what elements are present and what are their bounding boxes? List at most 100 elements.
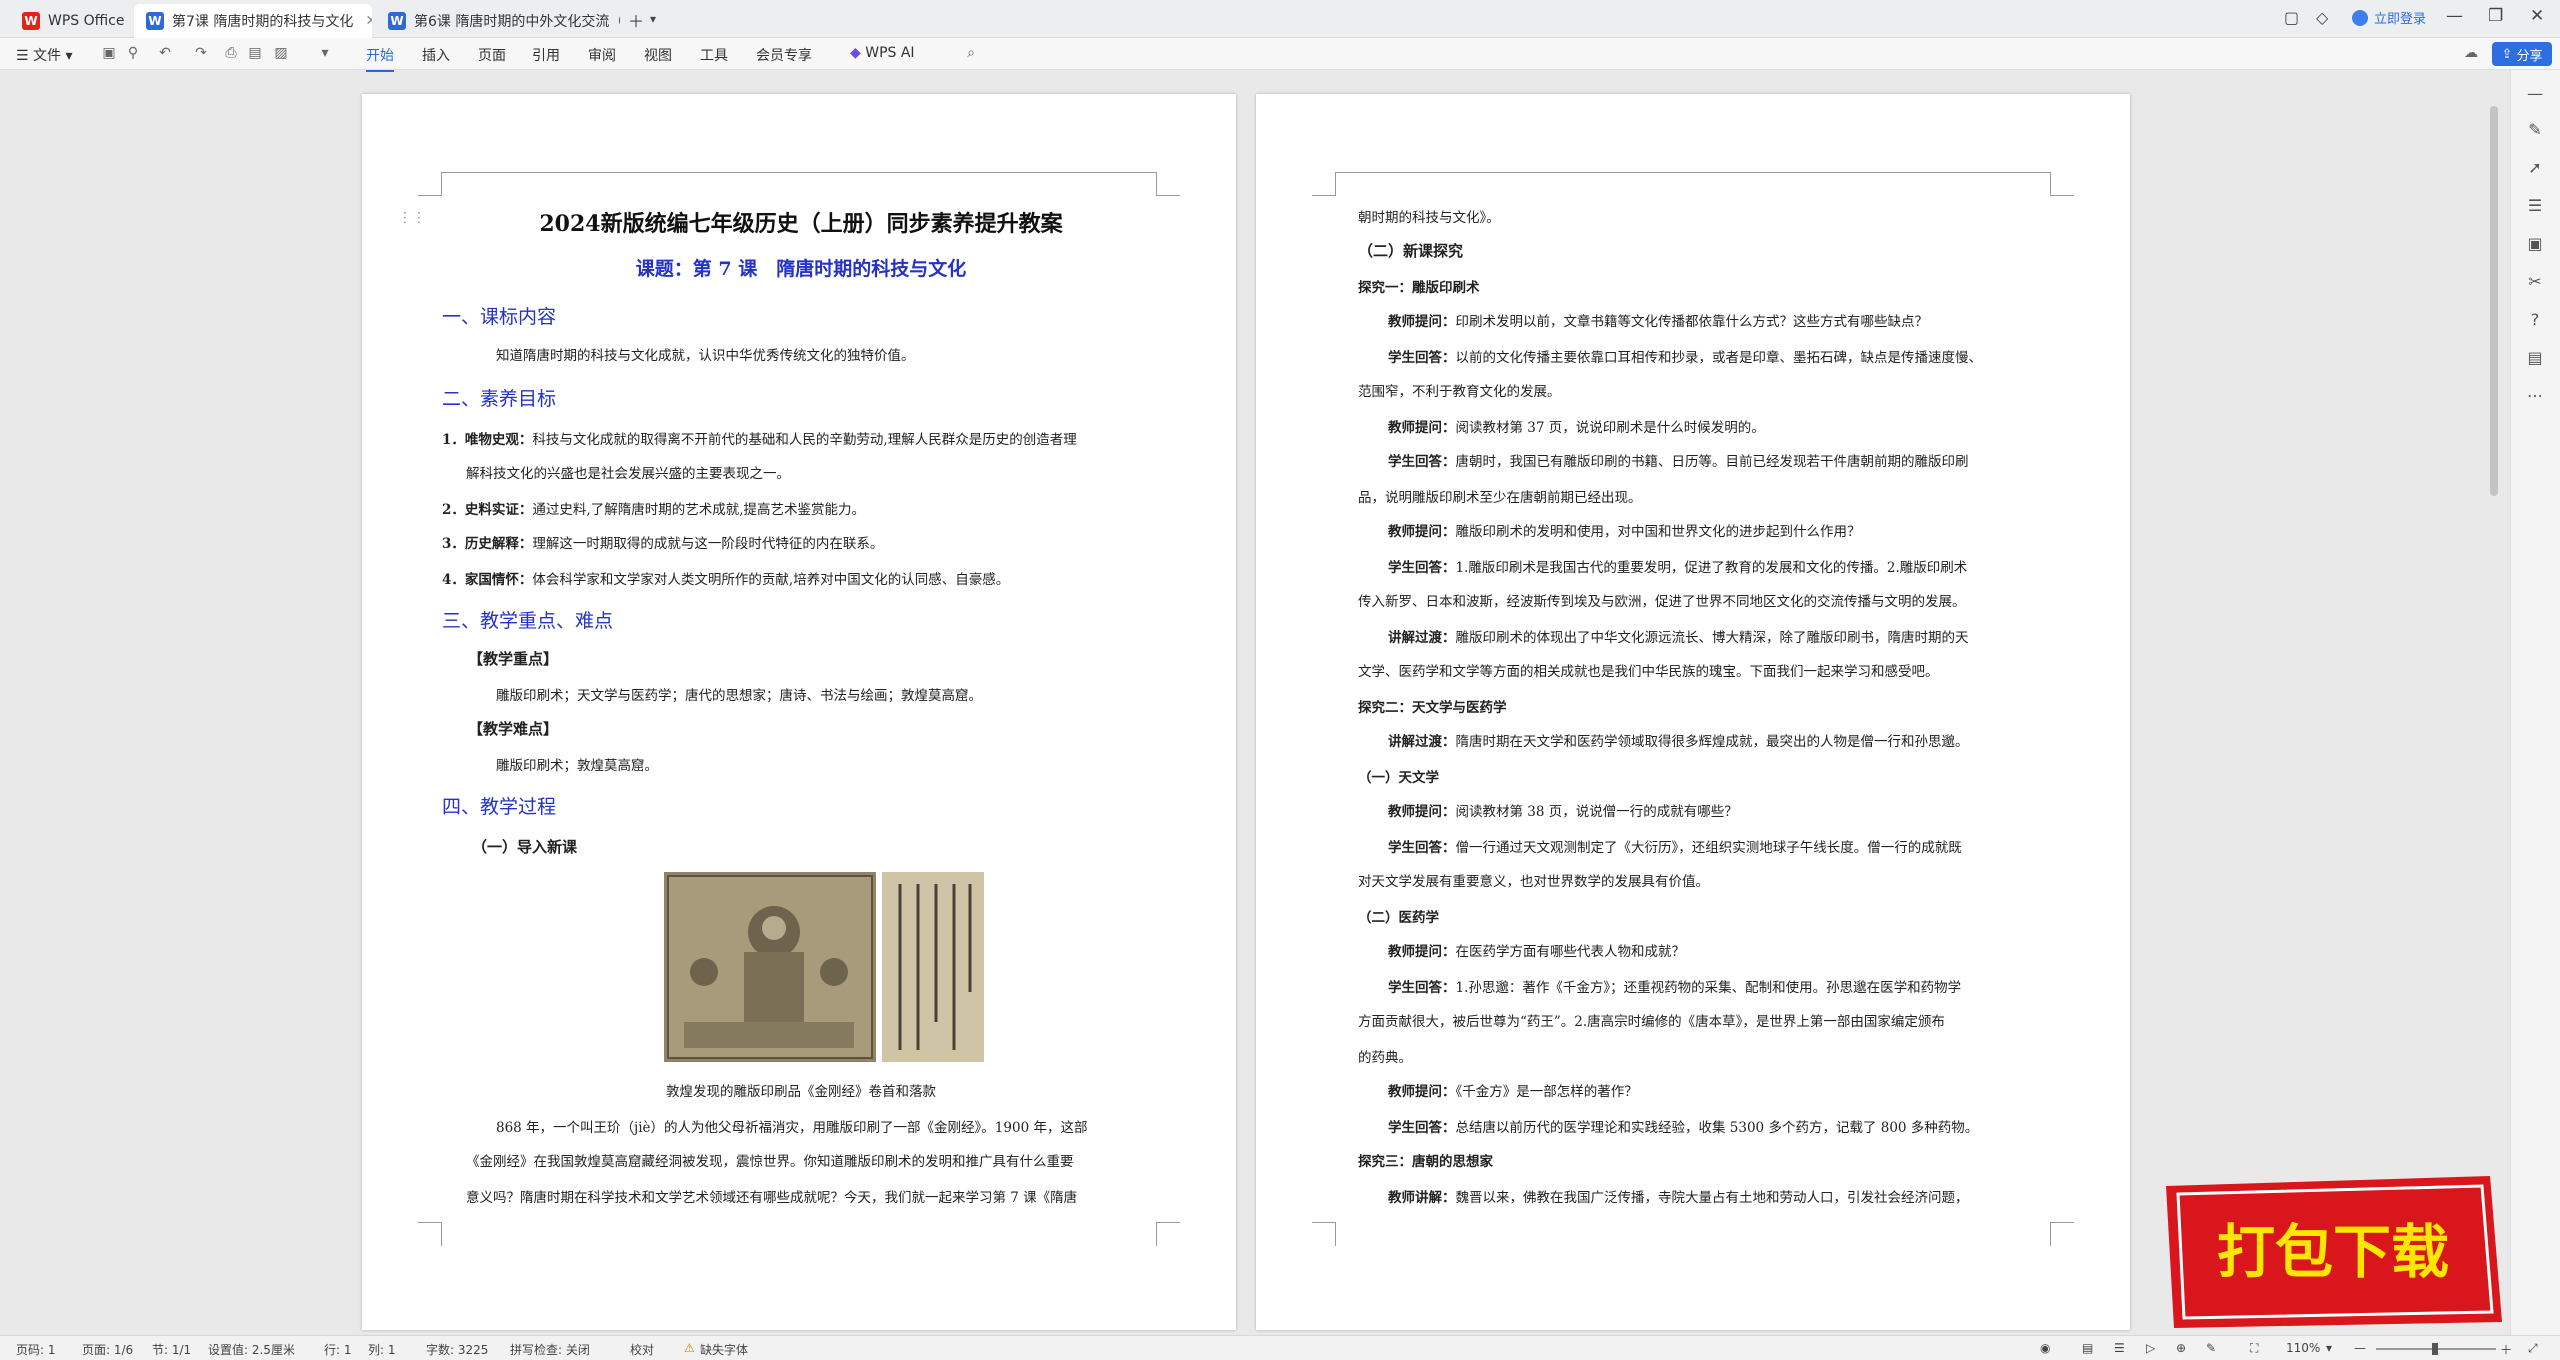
image-icon[interactable]: ▨ xyxy=(272,44,290,62)
save-icon[interactable]: ▣ xyxy=(100,44,118,62)
search-icon[interactable]: ⌕ xyxy=(962,44,980,62)
zoom-out-icon[interactable]: — xyxy=(2354,1341,2366,1355)
sub-heading: （二）医药学 xyxy=(1358,910,1439,926)
window-layout-icon[interactable]: ▢ xyxy=(2284,8,2299,27)
sub-heading: 【教学重点】 xyxy=(468,650,559,668)
doc-subtitle: 课题：第 7 课 隋唐时期的科技与文化 xyxy=(635,258,967,280)
tab-wps-office[interactable]: W WPS Office xyxy=(10,4,130,38)
tab-home[interactable]: 开始 xyxy=(366,45,394,72)
layers-icon[interactable]: ▤ xyxy=(2525,348,2545,368)
close-window-icon[interactable]: ✕ xyxy=(2530,6,2544,26)
close-tab-icon[interactable]: ✕ xyxy=(365,13,372,29)
print-icon[interactable]: ⎙ xyxy=(222,44,240,62)
speaker-text: 《千金方》是一部怎样的著作？ xyxy=(1455,1084,1638,1100)
new-tab-icon[interactable]: ＋ xyxy=(628,8,644,32)
paragraph: 4．家国情怀：体会科学家和文学家对人类文明所作的贡献,培养对中国文化的认同感、自… xyxy=(442,568,1160,588)
status-row[interactable]: 行: 1 xyxy=(324,1341,352,1358)
right-sidebar: — ✎ ➚ ☰ ▣ ✂ ? ▤ ⋯ xyxy=(2510,70,2560,1335)
status-spell-check[interactable]: 拼写检查: 关闭 xyxy=(510,1341,590,1358)
stamp-text: 打包下载 xyxy=(2217,1218,2449,1286)
warning-icon: ⚠ xyxy=(684,1341,695,1355)
fit-page-icon[interactable]: ⛶ xyxy=(2250,1341,2258,1356)
export-pdf-icon[interactable]: ▤ xyxy=(246,44,264,62)
paragraph: 学生回答：1.雕版印刷术是我国古代的重要发明，促进了教育的发展和文化的传播。2.… xyxy=(1358,556,2076,576)
speaker-label: 教师提问： xyxy=(1388,944,1456,960)
corner-mark xyxy=(1156,1222,1180,1246)
outline-view-icon[interactable]: ☰ xyxy=(2114,1341,2125,1355)
header-line xyxy=(442,172,1156,173)
file-menu[interactable]: ☰ 文件 ▾ xyxy=(16,45,73,65)
tab-reference[interactable]: 引用 xyxy=(532,45,560,65)
tab-page[interactable]: 页面 xyxy=(478,45,506,65)
restore-icon[interactable]: ❐ xyxy=(2488,6,2503,26)
paragraph: 学生回答：总结唐以前历代的医学理论和实践经验，收集 5300 多个药方，记载了 … xyxy=(1358,1116,2076,1136)
image-edit-icon[interactable]: ▣ xyxy=(2525,234,2545,254)
goal-text: 通过史料,了解隋唐时期的艺术成就,提高艺术鉴赏能力。 xyxy=(532,502,865,518)
tab-tools[interactable]: 工具 xyxy=(700,45,728,65)
login-button[interactable]: 立即登录 xyxy=(2352,8,2426,27)
document-page-1[interactable]: ⋮⋮ 2024新版统编七年级历史（上册）同步素养提升教案 课题：第 7 课 隋唐… xyxy=(362,94,1236,1330)
document-page-2[interactable]: 朝时期的科技与文化》。 （二）新课探究 探究一：雕版印刷术 教师提问：印刷术发明… xyxy=(1256,94,2130,1330)
speaker-text: 以前的文化传播主要依靠口耳相传和抄录，或者是印章、墨拓石碑，缺点是传播速度慢、 xyxy=(1455,350,1983,366)
play-icon[interactable]: ▷ xyxy=(2146,1341,2155,1355)
fullscreen-icon[interactable]: ⤢ xyxy=(2528,1341,2538,1356)
status-pages[interactable]: 页面: 1/6 xyxy=(82,1341,133,1358)
status-section[interactable]: 节: 1/1 xyxy=(152,1341,191,1358)
speaker-label: 学生回答： xyxy=(1388,980,1456,996)
minimize-icon[interactable]: — xyxy=(2446,6,2463,26)
status-col[interactable]: 列: 1 xyxy=(368,1341,396,1358)
zoom-slider-handle[interactable] xyxy=(2432,1343,2438,1355)
status-missing-font[interactable]: 缺失字体 xyxy=(700,1341,748,1358)
vertical-scrollbar[interactable] xyxy=(2490,106,2498,496)
pen-icon[interactable]: ✎ xyxy=(2525,120,2545,140)
collapse-icon[interactable]: — xyxy=(2525,84,2545,104)
paragraph: 雕版印刷术；天文学与医药学；唐代的思想家；唐诗、书法与绘画；敦煌莫高窟。 xyxy=(496,688,982,704)
redo-icon[interactable]: ↷ xyxy=(192,44,210,62)
paragraph: 学生回答：1.孙思邈：著作《千金方》；还重视药物的采集、配制和使用。孙思邈在医学… xyxy=(1358,976,2076,996)
link-icon[interactable]: ⚲ xyxy=(124,44,142,62)
status-setting[interactable]: 设置值: 2.5厘米 xyxy=(208,1341,295,1358)
paragraph: 教师提问：《千金方》是一部怎样的著作？ xyxy=(1358,1080,2076,1100)
speaker-label: 教师提问： xyxy=(1388,804,1456,820)
diamond-sutra-image[interactable] xyxy=(664,872,984,1062)
cloud-sync-icon[interactable]: ☁ xyxy=(2462,44,2480,62)
tab-member[interactable]: 会员专享 xyxy=(756,45,812,65)
status-zoom[interactable]: 110% xyxy=(2286,1341,2320,1355)
tab-review[interactable]: 审阅 xyxy=(588,45,616,65)
status-bar: 页码: 1 页面: 1/6 节: 1/1 设置值: 2.5厘米 行: 1 列: … xyxy=(0,1335,2560,1360)
chevron-down-icon[interactable]: ▾ xyxy=(316,44,334,62)
settings-sliders-icon[interactable]: ☰ xyxy=(2525,196,2545,216)
header-line xyxy=(1336,172,2050,173)
paragraph: 对天文学发展有重要意义，也对世界数学的发展具有价值。 xyxy=(1358,874,1709,890)
eye-protect-icon[interactable]: ◉ xyxy=(2040,1341,2050,1355)
share-button[interactable]: ⇪ 分享 xyxy=(2492,42,2552,66)
tab-document-7[interactable]: W 第7课 隋唐时期的科技与文化 ✕ xyxy=(134,4,372,38)
tools-icon[interactable]: ✂ xyxy=(2525,272,2545,292)
web-view-icon[interactable]: ⊕ xyxy=(2176,1341,2186,1355)
help-icon[interactable]: ? xyxy=(2525,310,2545,330)
paragraph: 文学、医药学和文学等方面的相关成就也是我们中华民族的瑰宝。下面我们一起来学习和感… xyxy=(1358,664,1939,680)
wps-ai-button[interactable]: ◆ WPS AI xyxy=(850,45,915,61)
tab-document-6[interactable]: W 第6课 隋唐时期的中外文化交流（教... xyxy=(376,4,620,38)
page-view-icon[interactable]: ▤ xyxy=(2082,1341,2093,1355)
speaker-label: 学生回答： xyxy=(1388,1120,1456,1136)
speaker-text: 唐朝时，我国已有雕版印刷的书籍、日历等。目前已经发现若干件唐朝前期的雕版印刷 xyxy=(1455,454,1969,470)
edit-view-icon[interactable]: ✎ xyxy=(2206,1341,2216,1355)
more-icon[interactable]: ⋯ xyxy=(2525,386,2545,406)
tab-view[interactable]: 视图 xyxy=(644,45,672,65)
status-proof[interactable]: 校对 xyxy=(630,1341,654,1358)
status-word-count[interactable]: 字数: 3225 xyxy=(426,1341,488,1358)
tab-insert[interactable]: 插入 xyxy=(422,45,450,65)
cursor-icon[interactable]: ➚ xyxy=(2525,158,2545,178)
cube-icon[interactable]: ◇ xyxy=(2316,8,2328,27)
chevron-down-icon[interactable]: ▾ xyxy=(2326,1341,2332,1355)
paragraph: 教师提问：阅读教材第 38 页，说说僧一行的成就有哪些？ xyxy=(1358,800,2076,820)
chevron-down-icon[interactable]: ▾ xyxy=(650,12,656,26)
drag-handle-icon[interactable]: ⋮⋮ xyxy=(398,210,426,226)
undo-icon[interactable]: ↶ xyxy=(156,44,174,62)
zoom-in-icon[interactable]: ＋ xyxy=(2500,1341,2512,1358)
corner-mark xyxy=(418,172,442,196)
status-page-num[interactable]: 页码: 1 xyxy=(16,1341,56,1358)
download-stamp-button[interactable]: 打包下载 xyxy=(2160,1172,2506,1332)
speaker-text: 阅读教材第 37 页，说说印刷术是什么时候发明的。 xyxy=(1455,420,1765,436)
